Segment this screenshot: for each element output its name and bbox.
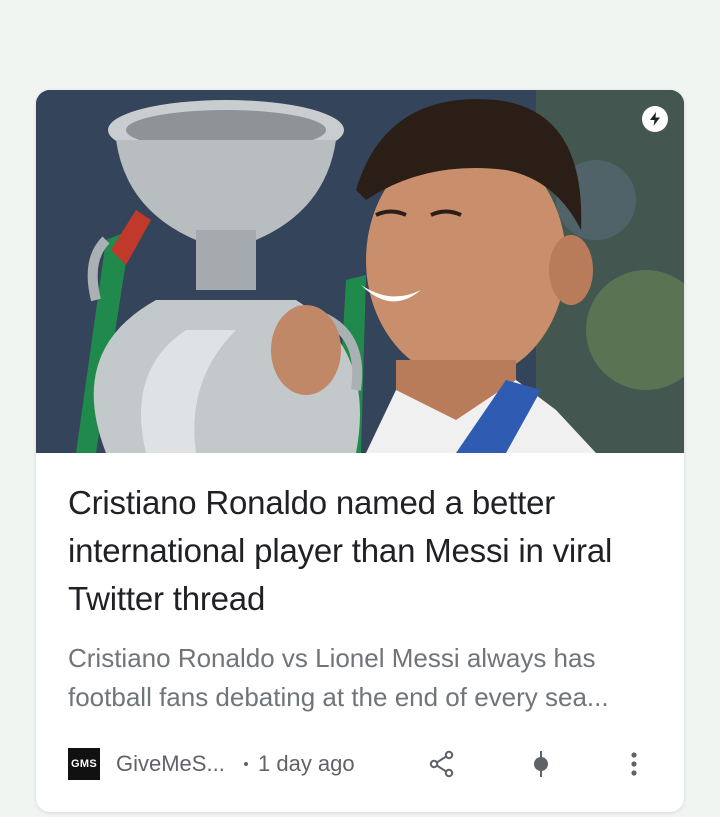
news-card[interactable]: Cristiano Ronaldo named a better interna… [36,90,684,812]
article-image[interactable] [36,90,684,453]
published-time: 1 day ago [258,751,355,776]
source-logo: GMS [68,748,100,780]
more-vertical-icon[interactable] [616,746,652,782]
article-headline[interactable]: Cristiano Ronaldo named a better interna… [68,479,652,623]
article-photo [36,90,684,453]
interest-dot-icon[interactable] [523,746,559,782]
separator-dot [244,762,248,766]
lightning-bolt-icon [642,106,668,132]
article-snippet: Cristiano Ronaldo vs Lionel Messi always… [68,643,609,712]
source-name[interactable]: GiveMeS... [116,751,228,777]
share-icon[interactable] [424,746,460,782]
article-text[interactable]: Cristiano Ronaldo named a better interna… [36,453,684,717]
article-footer: GMS GiveMeS... 1 day ago [68,745,652,783]
